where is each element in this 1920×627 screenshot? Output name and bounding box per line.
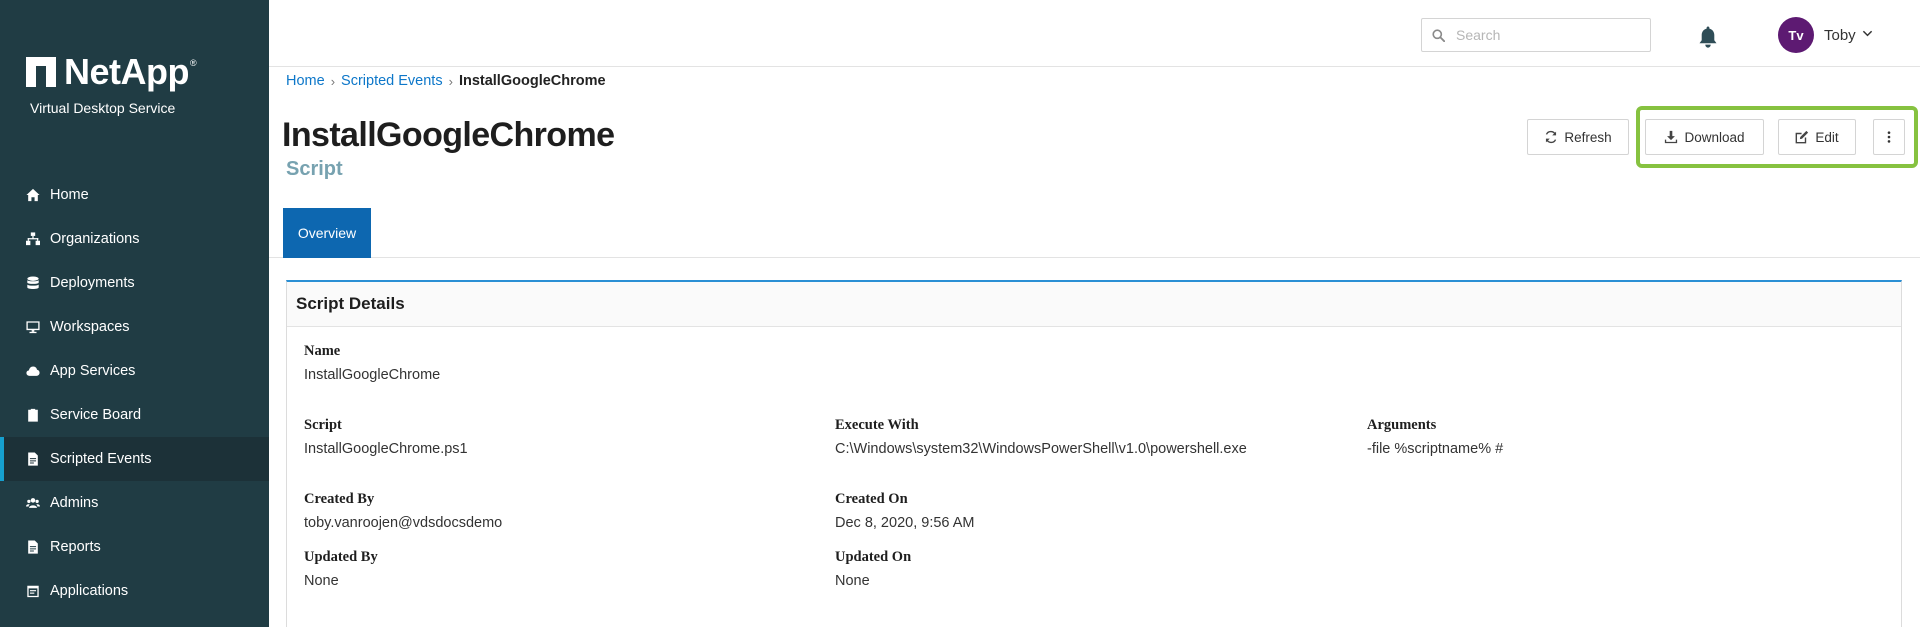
desktop-icon [26, 320, 40, 334]
page-subtitle: Script [286, 158, 343, 180]
field-created-on: Created On Dec 8, 2020, 9:56 AM [835, 491, 974, 531]
sidebar-item-home[interactable]: Home [0, 173, 269, 217]
refresh-button[interactable]: Refresh [1527, 119, 1629, 155]
sidebar-item-label: Workspaces [50, 319, 130, 335]
field-script: Script InstallGoogleChrome.ps1 [304, 417, 468, 457]
field-label: Updated By [304, 549, 378, 565]
sidebar-nav: Home Organizations Deployments Workspace… [0, 173, 269, 613]
field-label: Script [304, 417, 342, 433]
field-created-by: Created By toby.vanroojen@vdsdocsdemo [304, 491, 502, 531]
app-root: NetApp ® Virtual Desktop Service Home Or… [0, 0, 1920, 627]
field-name: Name InstallGoogleChrome [304, 343, 440, 383]
field-value: None [304, 573, 339, 589]
user-menu[interactable]: Tv Toby [1778, 17, 1873, 53]
edit-icon [1795, 130, 1809, 144]
users-icon [26, 496, 40, 510]
download-label: Download [1684, 129, 1745, 145]
search-input[interactable] [1456, 27, 1636, 43]
field-label: Name [304, 343, 341, 359]
breadcrumb: Home › Scripted Events › InstallGoogleCh… [286, 73, 606, 89]
refresh-label: Refresh [1564, 129, 1612, 145]
edit-button[interactable]: Edit [1778, 119, 1856, 155]
field-value: toby.vanroojen@vdsdocsdemo [304, 515, 503, 531]
tabs-divider [269, 257, 1920, 258]
product-name: Virtual Desktop Service [30, 100, 176, 116]
more-vertical-icon [1887, 131, 1891, 143]
sidebar-item-label: Home [50, 187, 89, 203]
field-label: Updated On [835, 549, 912, 565]
registered-mark: ® [190, 58, 197, 68]
field-value: Dec 8, 2020, 9:56 AM [835, 515, 975, 531]
search-box [1421, 18, 1651, 52]
field-value: C:\Windows\system32\WindowsPowerShell\v1… [835, 441, 1247, 457]
sidebar-item-label: Reports [50, 539, 101, 555]
sitemap-icon [26, 232, 40, 246]
sidebar-item-organizations[interactable]: Organizations [0, 217, 269, 261]
sidebar-item-app-services[interactable]: App Services [0, 349, 269, 393]
field-value: InstallGoogleChrome [304, 367, 441, 383]
apps-icon [26, 584, 40, 598]
user-name: Toby [1824, 26, 1856, 44]
breadcrumb-home-link[interactable]: Home [286, 73, 325, 89]
sidebar-item-reports[interactable]: Reports [0, 525, 269, 569]
clipboard-icon [26, 408, 40, 422]
chevron-down-icon [1862, 30, 1872, 36]
field-label: Execute With [835, 417, 919, 433]
sidebar-item-label: Scripted Events [50, 451, 152, 467]
brand-name: NetApp [64, 51, 190, 92]
edit-label: Edit [1815, 129, 1839, 145]
more-options-button[interactable] [1873, 119, 1905, 155]
field-label: Created On [835, 491, 908, 507]
sidebar-item-applications[interactable]: Applications [0, 569, 269, 613]
netapp-logo-mark [26, 57, 56, 87]
field-label: Created By [304, 491, 375, 507]
sidebar-item-admins[interactable]: Admins [0, 481, 269, 525]
sidebar-item-workspaces[interactable]: Workspaces [0, 305, 269, 349]
cloud-icon [26, 364, 40, 378]
field-value: InstallGoogleChrome.ps1 [304, 441, 468, 457]
sidebar: NetApp ® Virtual Desktop Service Home Or… [0, 0, 269, 627]
tab-overview[interactable]: Overview [283, 208, 371, 258]
breadcrumb-current: InstallGoogleChrome [458, 73, 606, 89]
file-script-icon [26, 452, 40, 466]
page-title: InstallGoogleChrome [282, 116, 615, 154]
script-details-card: Script Details Name InstallGoogleChrome … [286, 280, 1902, 627]
field-execute-with: Execute With C:\Windows\system32\Windows… [835, 417, 1247, 457]
avatar: Tv [1778, 17, 1814, 53]
field-updated-by: Updated By None [304, 549, 378, 589]
download-icon [1665, 130, 1678, 144]
sidebar-item-deployments[interactable]: Deployments [0, 261, 269, 305]
bell-icon[interactable] [1697, 25, 1719, 49]
netapp-logo: NetApp ® [26, 54, 197, 90]
field-arguments: Arguments -file %scriptname% # [1367, 417, 1503, 457]
file-report-icon [26, 540, 40, 554]
top-bar: Tv Toby [269, 0, 1920, 67]
sidebar-item-label: Organizations [50, 231, 140, 247]
sidebar-item-scripted-events[interactable]: Scripted Events [0, 437, 269, 481]
chevron-right-icon: › [330, 73, 336, 89]
sidebar-item-label: Deployments [50, 275, 135, 291]
search-icon [1432, 28, 1445, 42]
sidebar-item-label: App Services [50, 363, 136, 379]
download-button[interactable]: Download [1645, 119, 1764, 155]
database-icon [26, 276, 40, 290]
sidebar-item-service-board[interactable]: Service Board [0, 393, 269, 437]
card-title: Script Details [287, 282, 1901, 327]
chevron-right-icon: › [448, 73, 453, 89]
field-value: -file %scriptname% # [1367, 441, 1504, 457]
home-icon [26, 188, 40, 202]
breadcrumb-scripted-events-link[interactable]: Scripted Events [341, 73, 443, 89]
field-updated-on: Updated On None [835, 549, 911, 589]
field-label: Arguments [1367, 417, 1437, 433]
sidebar-item-label: Admins [50, 495, 99, 511]
sidebar-item-label: Service Board [50, 407, 142, 423]
field-value: None [835, 573, 870, 589]
refresh-icon [1546, 130, 1557, 144]
sidebar-item-label: Applications [50, 583, 129, 599]
